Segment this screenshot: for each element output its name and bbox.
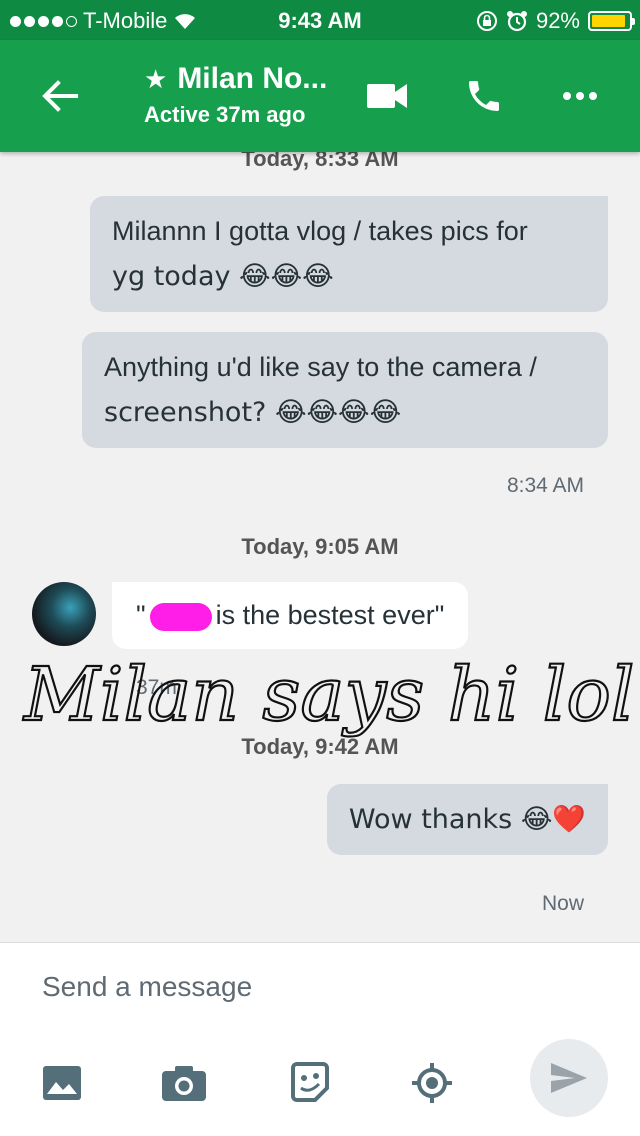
video-camera-icon <box>367 84 407 108</box>
image-icon <box>43 1066 81 1100</box>
location-target-icon <box>412 1063 452 1103</box>
active-status: Active 37m ago <box>144 102 306 127</box>
outgoing-message[interactable]: Wow thanks 😂❤️ <box>326 784 608 855</box>
message-text: " <box>136 600 146 630</box>
status-bar: T-Mobile 9:43 AM 92% <box>0 0 640 40</box>
message-text: Wow thanks 😂❤️ <box>348 804 586 835</box>
send-button[interactable] <box>530 1039 608 1117</box>
handwritten-text: Milan says hi lol <box>22 652 635 738</box>
location-button[interactable] <box>410 1061 454 1105</box>
contact-name: Milan No... <box>177 62 328 95</box>
message-time: 8:34 AM <box>506 474 584 497</box>
avatar[interactable] <box>32 582 96 646</box>
star-icon: ★ <box>144 63 168 94</box>
message-list[interactable]: Today, 8:33 AM Milannn I gotta vlog / ta… <box>0 152 640 942</box>
app-bar: ★ Milan No... Active 37m ago <box>0 40 640 152</box>
more-options-button[interactable] <box>556 72 604 120</box>
incoming-message[interactable]: " is the bestest ever" <box>112 582 469 649</box>
message-text: yg today 😂😂😂 <box>112 261 334 292</box>
sticker-icon <box>291 1062 329 1102</box>
timestamp-divider: Today, 9:05 AM <box>241 534 399 559</box>
video-call-button[interactable] <box>364 72 412 120</box>
message-time: Now <box>541 892 584 915</box>
outgoing-message[interactable]: Anything u'd like say to the camera / sc… <box>82 332 608 448</box>
back-arrow-icon <box>42 80 78 112</box>
message-input[interactable]: Send a message <box>42 971 252 1003</box>
composer: Send a message <box>0 942 640 1136</box>
back-button[interactable] <box>38 74 82 118</box>
message-text: screenshot? 😂😂😂😂 <box>104 397 402 428</box>
sticker-button[interactable] <box>288 1061 332 1105</box>
message-text: Milannn I gotta vlog / takes pics for <box>112 216 528 246</box>
conversation-title-block[interactable]: ★ Milan No... Active 37m ago <box>144 62 327 128</box>
gallery-button[interactable] <box>40 1061 84 1105</box>
voice-call-button[interactable] <box>460 72 508 120</box>
timestamp-divider: Today, 8:33 AM <box>241 152 399 171</box>
message-text: is the bestest ever" <box>215 600 445 630</box>
rotation-lock-icon <box>476 11 497 31</box>
camera-button[interactable] <box>162 1061 206 1105</box>
more-horizontal-icon <box>563 92 597 100</box>
timestamp-divider: Today, 9:42 AM <box>241 734 399 759</box>
battery-percent: 92% <box>535 8 580 33</box>
send-icon <box>551 1063 587 1093</box>
alarm-icon <box>506 11 527 32</box>
battery-icon <box>588 11 635 31</box>
message-time: 37m <box>136 676 177 699</box>
phone-icon <box>469 81 499 111</box>
camera-icon <box>162 1066 206 1101</box>
message-text: Anything u'd like say to the camera / <box>104 352 537 382</box>
outgoing-message[interactable]: Milannn I gotta vlog / takes pics for yg… <box>90 196 608 312</box>
redaction-mark <box>149 602 212 631</box>
